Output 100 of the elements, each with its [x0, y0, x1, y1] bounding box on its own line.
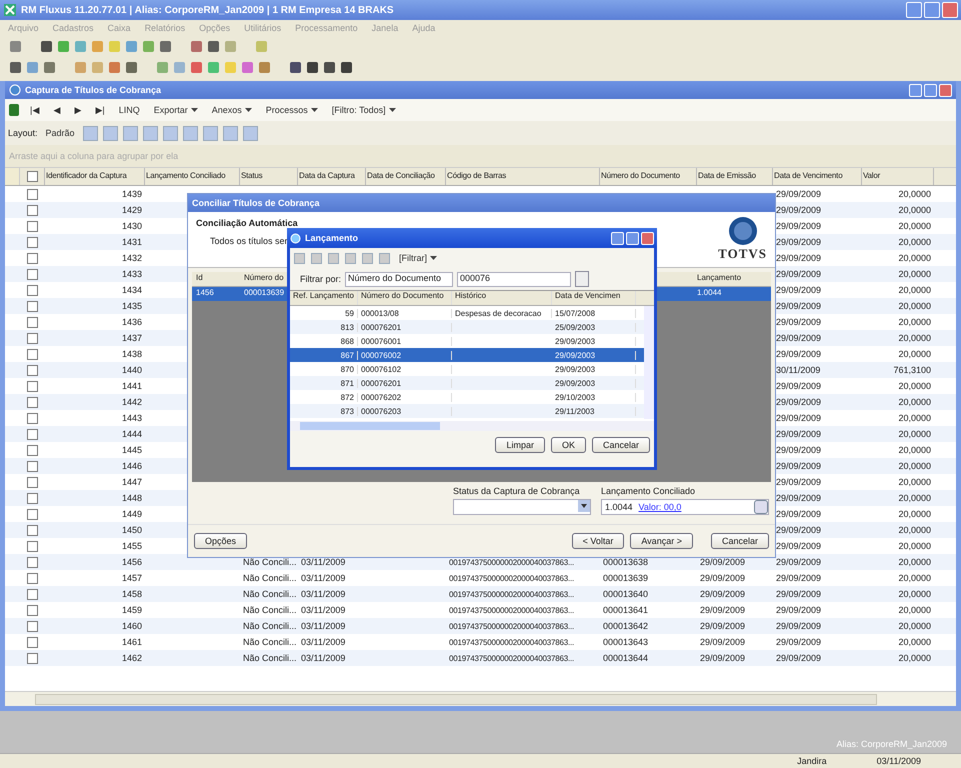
- filter-menu-button[interactable]: [Filtrar]: [396, 252, 440, 264]
- wizard-button[interactable]: Cancelar: [710, 533, 769, 549]
- close-button[interactable]: [641, 232, 654, 244]
- toolbar-icon[interactable]: [208, 41, 219, 52]
- wizard-button[interactable]: < Voltar: [572, 533, 624, 549]
- status-dropdown[interactable]: [453, 498, 591, 515]
- row-checkbox[interactable]: [27, 316, 38, 328]
- minimize-button[interactable]: [611, 232, 624, 244]
- close-button[interactable]: [942, 2, 958, 18]
- column-header[interactable]: Identificador da Captura: [45, 168, 145, 185]
- toolbar-icon[interactable]: [341, 62, 352, 73]
- dialog-button[interactable]: OK: [550, 437, 586, 453]
- row-checkbox[interactable]: [27, 364, 38, 376]
- minimize-button[interactable]: [909, 84, 922, 96]
- maximize-button[interactable]: [924, 2, 940, 18]
- row-checkbox[interactable]: [27, 540, 38, 552]
- toolbar-icon[interactable]: [290, 62, 301, 73]
- toolbar-icon[interactable]: [10, 62, 21, 73]
- column-header[interactable]: Status: [240, 168, 298, 185]
- row-checkbox[interactable]: [27, 476, 38, 488]
- nav-button[interactable]: ▶: [71, 104, 84, 116]
- column-header[interactable]: Data de Emissão: [697, 168, 773, 185]
- column-header[interactable]: Data de Vencimento: [773, 168, 862, 185]
- row-checkbox[interactable]: [27, 572, 38, 584]
- lookup-button[interactable]: [754, 500, 768, 514]
- toolbar-icon[interactable]: [191, 62, 202, 73]
- toolbar-icon[interactable]: [160, 41, 171, 52]
- column-header[interactable]: Número do: [240, 272, 288, 286]
- wizard-button[interactable]: Avançar >: [630, 533, 693, 549]
- toolbar-icon[interactable]: [345, 252, 356, 264]
- row-checkbox[interactable]: [27, 284, 38, 296]
- dialog-button[interactable]: Cancelar: [592, 437, 650, 453]
- filter-input[interactable]: 000076: [457, 272, 572, 286]
- row-checkbox[interactable]: [27, 348, 38, 360]
- row-checkbox[interactable]: [27, 444, 38, 456]
- dialog-button[interactable]: Limpar: [495, 437, 545, 453]
- row-checkbox[interactable]: [27, 268, 38, 280]
- toolbar-menu-button[interactable]: [Filtro: Todos]: [328, 104, 399, 116]
- toolbar-menu-button[interactable]: Exportar: [150, 104, 201, 116]
- row-checkbox[interactable]: [27, 636, 38, 648]
- row-checkbox[interactable]: [27, 332, 38, 344]
- toolbar-icon[interactable]: [328, 252, 339, 264]
- row-checkbox[interactable]: [27, 236, 38, 248]
- minimize-button[interactable]: [906, 2, 922, 18]
- column-header[interactable]: Data de Vencimen: [552, 291, 636, 305]
- column-header[interactable]: Data de Conciliação: [366, 168, 446, 185]
- column-header[interactable]: Número do Documento: [358, 291, 452, 305]
- row-checkbox[interactable]: [27, 524, 38, 536]
- row-checkbox[interactable]: [27, 412, 38, 424]
- layout-dropdown[interactable]: Padrão: [42, 127, 78, 139]
- database-icon[interactable]: [9, 104, 19, 116]
- toolbar-icon[interactable]: [41, 41, 52, 52]
- maximize-button[interactable]: [924, 84, 937, 96]
- nav-button[interactable]: ◀: [50, 104, 64, 116]
- column-header[interactable]: Histórico: [452, 291, 552, 305]
- toolbar-icon[interactable]: [126, 62, 137, 73]
- close-button[interactable]: [939, 84, 952, 96]
- column-header[interactable]: Id: [192, 272, 240, 286]
- toolbar-icon[interactable]: [191, 41, 202, 52]
- toolbar-icon[interactable]: [294, 252, 305, 264]
- select-all-checkbox[interactable]: [26, 171, 38, 182]
- maximize-button[interactable]: [626, 232, 639, 244]
- row-checkbox[interactable]: [27, 428, 38, 440]
- row-checkbox[interactable]: [27, 380, 38, 392]
- toolbar-menu-button[interactable]: Anexos: [208, 104, 255, 116]
- filter-field-dropdown[interactable]: Número do Documento: [345, 272, 454, 286]
- options-button[interactable]: Opções: [194, 533, 248, 549]
- row-checkbox[interactable]: [27, 508, 38, 520]
- column-header[interactable]: Ref. Lançamento: [290, 291, 358, 305]
- row-checkbox[interactable]: [27, 556, 38, 568]
- row-checkbox[interactable]: [27, 652, 38, 664]
- row-checkbox[interactable]: [27, 620, 38, 632]
- toolbar-icon[interactable]: [379, 252, 390, 264]
- nav-button[interactable]: |◀: [27, 104, 42, 116]
- row-checkbox[interactable]: [27, 588, 38, 600]
- toolbar-icon[interactable]: [324, 62, 335, 73]
- value-link[interactable]: Valor: 00,0: [638, 502, 682, 512]
- column-header[interactable]: Lançamento Conciliado: [145, 168, 240, 185]
- row-checkbox[interactable]: [27, 300, 38, 312]
- toolbar-menu-button[interactable]: Processos: [262, 104, 321, 116]
- column-header[interactable]: Valor: [862, 168, 934, 185]
- toolbar-icon[interactable]: [10, 41, 21, 52]
- toolbar-icon[interactable]: [311, 252, 322, 264]
- row-checkbox[interactable]: [27, 220, 38, 232]
- nav-button[interactable]: ▶|: [92, 104, 108, 116]
- toolbar-icon[interactable]: [362, 252, 373, 264]
- row-checkbox[interactable]: [27, 604, 38, 616]
- toolbar-button[interactable]: LINQ: [116, 104, 143, 116]
- row-checkbox[interactable]: [27, 460, 38, 472]
- column-header[interactable]: Código de Barras: [446, 168, 600, 185]
- column-header[interactable]: Data da Captura: [298, 168, 366, 185]
- row-checkbox[interactable]: [27, 204, 38, 216]
- column-header[interactable]: Número do Documento: [600, 168, 697, 185]
- row-checkbox[interactable]: [27, 396, 38, 408]
- toolbar-icon[interactable]: [307, 62, 318, 73]
- horizontal-scrollbar[interactable]: [290, 421, 654, 431]
- spin-button[interactable]: [575, 271, 590, 287]
- lancamento-field[interactable]: 1.0044: [602, 502, 633, 512]
- horizontal-scrollbar[interactable]: [5, 691, 956, 706]
- column-header[interactable]: Lançamento: [693, 272, 771, 286]
